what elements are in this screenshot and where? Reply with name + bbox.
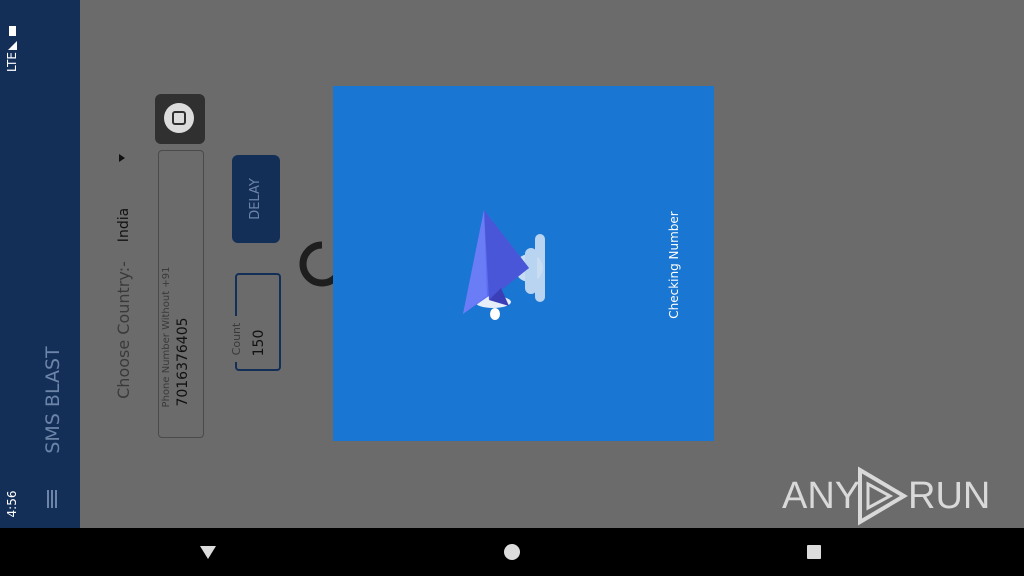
app-title: SMS BLAST xyxy=(42,346,64,454)
choose-country-label: Choose Country:- xyxy=(114,261,133,399)
menu-icon[interactable] xyxy=(46,490,58,508)
progress-dialog: Checking Number xyxy=(333,86,714,441)
count-value[interactable]: 150 xyxy=(250,325,268,361)
recents-icon[interactable] xyxy=(806,544,822,560)
anyrun-watermark: ANY RUN xyxy=(782,462,990,528)
delay-button-label: DELAY xyxy=(248,178,263,220)
dropdown-arrow-icon[interactable] xyxy=(118,148,126,162)
country-select[interactable]: India xyxy=(115,203,133,247)
contact-picker-button[interactable] xyxy=(155,94,205,144)
status-bar: LTE 4:56 SMS BLAST xyxy=(0,0,80,528)
navigation-bar xyxy=(0,528,1024,576)
status-time: 4:56 xyxy=(5,490,19,518)
watermark-text-right: RUN xyxy=(908,475,991,517)
phone-icon xyxy=(172,111,186,125)
battery-icon xyxy=(9,26,16,36)
play-logo-icon xyxy=(854,466,910,526)
watermark-text-left: ANY xyxy=(782,475,861,517)
count-label: Count xyxy=(230,316,244,362)
phone-field-label: Phone Number Without +91 xyxy=(160,262,174,412)
phone-number-value[interactable]: 7016376405 xyxy=(173,310,193,414)
back-icon[interactable] xyxy=(199,544,217,560)
network-type: LTE xyxy=(5,52,19,72)
dialog-message: Checking Number xyxy=(667,211,681,319)
paper-plane-icon xyxy=(453,204,553,324)
home-icon[interactable] xyxy=(503,543,521,561)
